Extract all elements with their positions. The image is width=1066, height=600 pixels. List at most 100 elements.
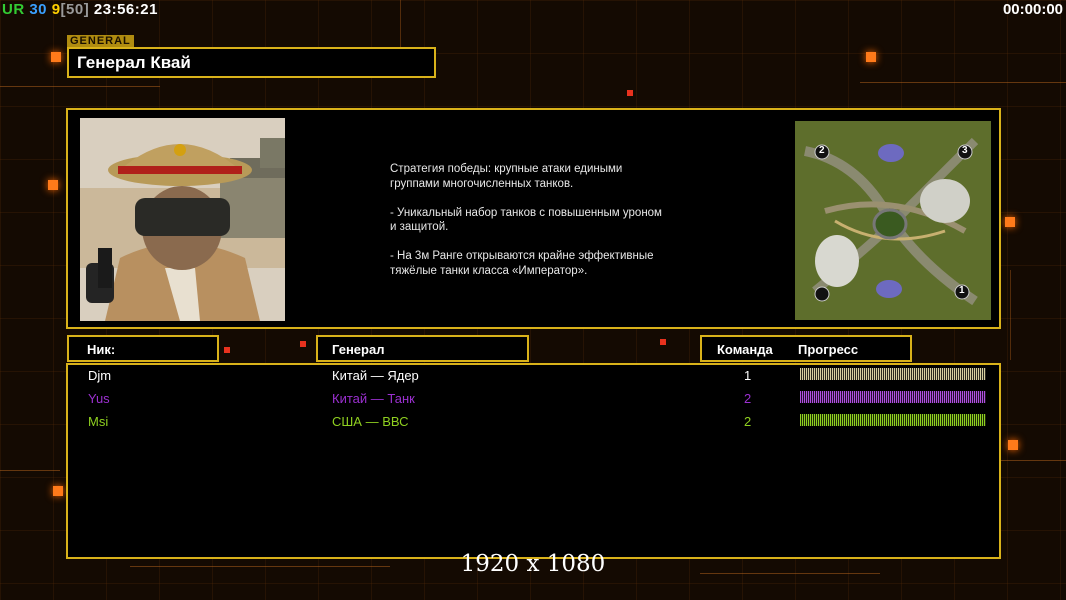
progress-stripe bbox=[892, 391, 894, 403]
progress-stripe bbox=[824, 368, 826, 380]
progress-stripe bbox=[822, 391, 824, 403]
player-progress-bar bbox=[800, 414, 986, 426]
progress-stripe bbox=[960, 414, 962, 426]
progress-stripe bbox=[954, 414, 956, 426]
general-description: Стратегия победы: крупные атаки едиными … bbox=[390, 163, 662, 277]
players-panel: Djm Китай — Ядер 1 Yus Китай — Танк 2 Ms… bbox=[66, 363, 1001, 559]
progress-stripe bbox=[930, 368, 932, 380]
progress-stripe bbox=[826, 414, 828, 426]
progress-stripe bbox=[966, 368, 968, 380]
progress-stripe bbox=[892, 368, 894, 380]
progress-stripe bbox=[974, 391, 976, 403]
progress-stripe bbox=[970, 368, 972, 380]
progress-stripe bbox=[908, 414, 910, 426]
progress-stripe bbox=[900, 368, 902, 380]
progress-stripe bbox=[930, 414, 932, 426]
progress-stripe bbox=[902, 414, 904, 426]
progress-stripe bbox=[980, 368, 982, 380]
progress-stripe bbox=[802, 391, 804, 403]
progress-stripe bbox=[914, 414, 916, 426]
progress-stripe bbox=[952, 391, 954, 403]
hud-num: 9 bbox=[51, 1, 61, 18]
progress-stripe bbox=[860, 368, 862, 380]
progress-stripe bbox=[824, 414, 826, 426]
progress-stripe bbox=[814, 368, 816, 380]
hud-bracket-value: 50 bbox=[66, 1, 84, 18]
progress-stripe bbox=[818, 391, 820, 403]
progress-stripe bbox=[884, 414, 886, 426]
progress-stripe bbox=[806, 414, 808, 426]
player-team: 2 bbox=[744, 414, 752, 429]
header-team-progress-box: Команда Прогресс bbox=[700, 335, 912, 362]
progress-stripe bbox=[860, 414, 862, 426]
progress-stripe bbox=[956, 414, 958, 426]
progress-stripe bbox=[848, 414, 850, 426]
progress-stripe bbox=[958, 414, 960, 426]
progress-stripe bbox=[904, 414, 906, 426]
progress-stripe bbox=[818, 368, 820, 380]
progress-stripe bbox=[928, 391, 930, 403]
progress-stripe bbox=[946, 368, 948, 380]
progress-stripe bbox=[950, 391, 952, 403]
progress-stripe bbox=[816, 414, 818, 426]
progress-stripe bbox=[820, 391, 822, 403]
progress-stripe bbox=[842, 414, 844, 426]
progress-stripe bbox=[854, 414, 856, 426]
progress-stripe bbox=[948, 368, 950, 380]
progress-stripe bbox=[910, 391, 912, 403]
progress-stripe bbox=[972, 368, 974, 380]
bg-square bbox=[51, 52, 61, 62]
progress-stripe bbox=[896, 414, 898, 426]
progress-stripe bbox=[892, 414, 894, 426]
progress-stripe bbox=[846, 391, 848, 403]
progress-stripe bbox=[840, 368, 842, 380]
progress-stripe bbox=[900, 391, 902, 403]
hud-stats: UR 30 9[50] 23:56:21 bbox=[2, 1, 158, 18]
progress-stripe bbox=[940, 391, 942, 403]
progress-stripe bbox=[858, 391, 860, 403]
progress-stripe bbox=[830, 368, 832, 380]
progress-stripe bbox=[808, 391, 810, 403]
progress-stripe bbox=[918, 368, 920, 380]
progress-stripe bbox=[902, 391, 904, 403]
minimap[interactable]: 2 3 1 bbox=[795, 121, 991, 320]
progress-stripe bbox=[852, 368, 854, 380]
progress-stripe bbox=[980, 414, 982, 426]
progress-stripe bbox=[866, 414, 868, 426]
hud-clock: 23:56:21 bbox=[93, 1, 158, 18]
progress-stripe bbox=[870, 414, 872, 426]
header-general-box: Генерал bbox=[316, 335, 529, 362]
progress-stripe bbox=[906, 391, 908, 403]
progress-stripe bbox=[874, 391, 876, 403]
progress-stripe bbox=[820, 368, 822, 380]
progress-stripe bbox=[964, 368, 966, 380]
progress-stripe bbox=[894, 368, 896, 380]
progress-stripe bbox=[890, 391, 892, 403]
progress-stripe bbox=[808, 368, 810, 380]
player-row: Djm Китай — Ядер 1 bbox=[68, 365, 999, 387]
progress-stripe bbox=[808, 414, 810, 426]
progress-stripe bbox=[822, 368, 824, 380]
progress-stripe bbox=[916, 414, 918, 426]
minimap-spawn-1: 1 bbox=[959, 285, 965, 296]
progress-stripe bbox=[888, 368, 890, 380]
bg-square bbox=[48, 180, 58, 190]
progress-stripe bbox=[870, 391, 872, 403]
progress-stripe bbox=[832, 391, 834, 403]
progress-stripe bbox=[960, 368, 962, 380]
progress-stripe bbox=[802, 368, 804, 380]
progress-stripe bbox=[848, 391, 850, 403]
progress-stripe bbox=[978, 391, 980, 403]
progress-stripe bbox=[910, 368, 912, 380]
bg-square bbox=[866, 52, 876, 62]
progress-stripe bbox=[820, 414, 822, 426]
progress-stripe bbox=[834, 368, 836, 380]
progress-stripe bbox=[946, 414, 948, 426]
bg-line bbox=[0, 86, 160, 87]
progress-stripe bbox=[826, 391, 828, 403]
general-tag: GENERAL bbox=[67, 35, 134, 47]
progress-stripe bbox=[950, 414, 952, 426]
progress-stripe bbox=[890, 368, 892, 380]
progress-stripe bbox=[978, 368, 980, 380]
header-nick-box: Ник: bbox=[67, 335, 219, 362]
